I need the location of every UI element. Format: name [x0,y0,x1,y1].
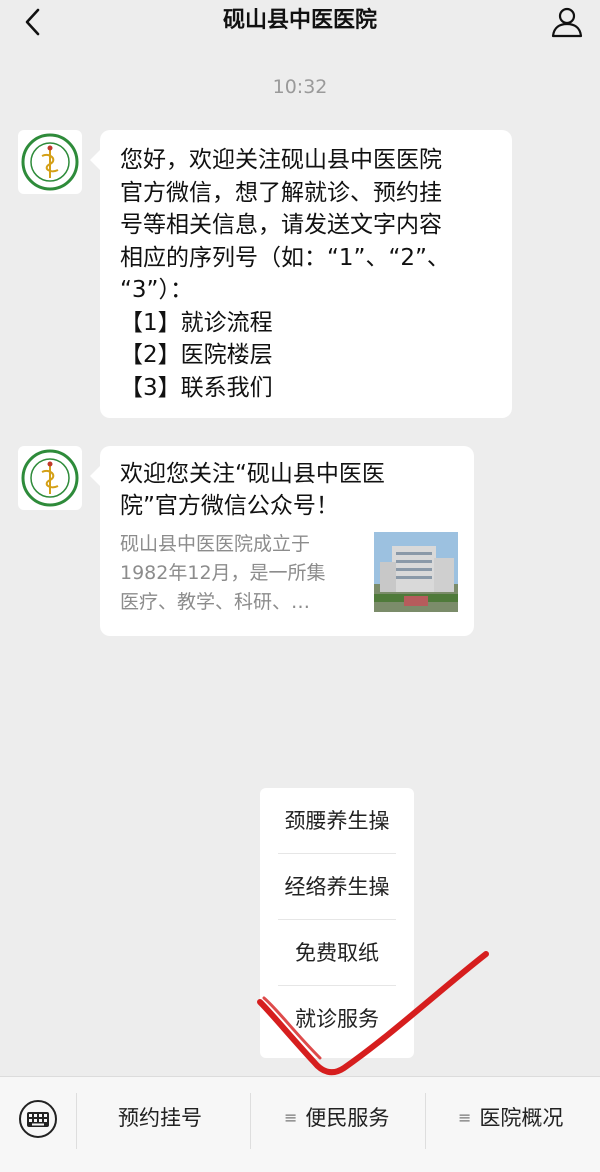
hospital-logo-icon [21,133,79,191]
keyboard-toggle-button[interactable] [18,1099,58,1139]
article-desc-line: 砚山县中医医院成立于 [120,533,311,555]
menu-item-meridian-exercise[interactable]: 经络养生操 [278,854,396,920]
bottom-menu-convenience-service[interactable]: ≡ 便民服务 [284,1103,389,1133]
article-thumbnail [374,532,458,612]
page-title: 砚山县中医医院 [222,8,377,33]
bottom-divider [425,1093,426,1149]
menu-lines-icon: ≡ [458,1108,472,1127]
hospital-avatar[interactable] [18,130,82,194]
article-title: 欢迎您关注“砚山县中医医 院”官方微信公众号！ [120,458,460,522]
bottom-menu-label: 预约挂号 [118,1106,202,1130]
message-line: 相应的序列号（如：“1”、“2”、 [120,244,450,271]
bottom-menu-hospital-overview[interactable]: ≡ 医院概况 [458,1103,563,1133]
bottom-menu-label: 医院概况 [479,1106,564,1130]
bottom-menu-appointment[interactable]: 预约挂号 [118,1103,202,1133]
article-title-line: 欢迎您关注“砚山县中医医 [120,461,385,487]
hospital-logo-icon [21,449,79,507]
menu-option-2: 【2】医院楼层 [120,342,273,368]
article-desc-line: 1982年12月，是一所集 [120,562,326,584]
menu-lines-icon: ≡ [284,1108,298,1127]
message-line: 您好，欢迎关注砚山县中医医院 [120,147,442,173]
bottom-divider [76,1093,77,1149]
menu-option-1: 【1】就诊流程 [120,309,273,336]
article-card[interactable]: 欢迎您关注“砚山县中医医 院”官方微信公众号！ 砚山县中医医院成立于 1982年… [90,446,474,636]
message-line: 官方微信，想了解就诊、预约挂 [120,179,442,206]
user-icon [551,7,583,38]
message-line: “3”）： [120,277,193,303]
menu-item-neck-waist-exercise[interactable]: 颈腰养生操 [278,788,396,854]
hospital-building-image [374,532,458,612]
bottom-menu-label: 便民服务 [305,1106,390,1130]
profile-button[interactable] [550,5,584,39]
service-submenu: 颈腰养生操 经络养生操 免费取纸 就诊服务 [260,788,414,1058]
hospital-avatar[interactable] [18,446,82,510]
article-description: 砚山县中医医院成立于 1982年12月，是一所集 医疗、教学、科研、… [120,530,356,617]
header-bar: 砚山县中医医院 [0,0,600,46]
article-desc-line: 医疗、教学、科研、… [120,591,311,613]
bottom-divider [250,1093,251,1149]
menu-item-medical-service[interactable]: 就诊服务 [278,986,396,1052]
message-line: 号等相关信息，请发送文字内容 [120,212,442,238]
article-title-line: 院”官方微信公众号！ [120,493,339,519]
keyboard-icon [19,1100,57,1138]
welcome-message-bubble: 您好，欢迎关注砚山县中医医院 官方微信，想了解就诊、预约挂 号等相关信息，请发送… [90,130,512,418]
menu-item-free-paper[interactable]: 免费取纸 [278,920,396,986]
message-timestamp: 10:32 [272,76,328,98]
menu-option-3: 【3】联系我们 [120,374,273,401]
bottom-menu-bar: 预约挂号 ≡ 便民服务 ≡ 医院概况 [0,1076,600,1172]
